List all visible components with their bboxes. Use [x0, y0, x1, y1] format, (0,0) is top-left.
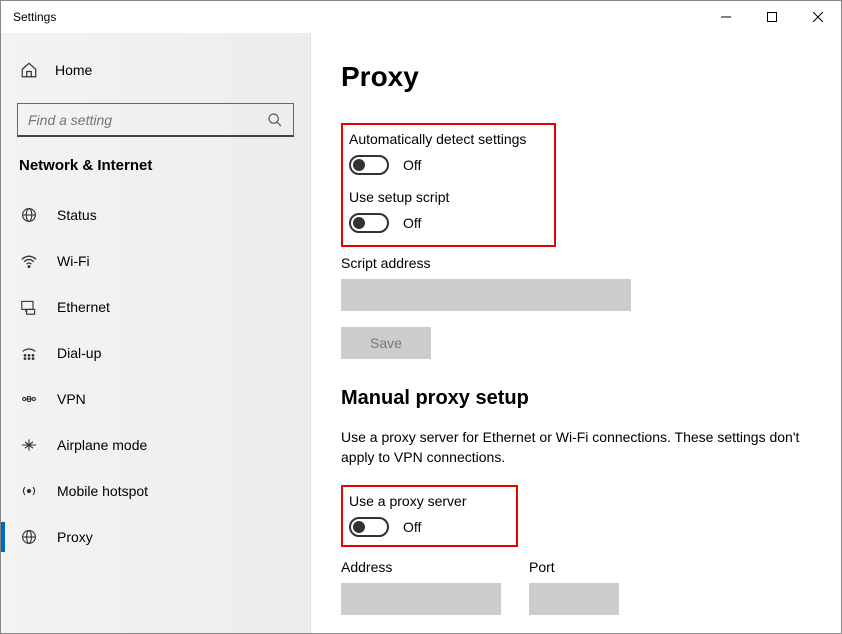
nav-label: Airplane mode: [57, 437, 147, 453]
home-label: Home: [55, 62, 92, 78]
sidebar-item-status[interactable]: Status: [1, 192, 310, 238]
close-icon: [813, 12, 823, 22]
manual-setup-desc: Use a proxy server for Ethernet or Wi-Fi…: [341, 428, 811, 467]
auto-detect-state: Off: [403, 157, 421, 173]
highlight-box-auto: Automatically detect settings Off Use se…: [341, 123, 556, 247]
wifi-icon: [19, 253, 39, 269]
close-button[interactable]: [795, 1, 841, 33]
home-icon: [19, 61, 39, 79]
use-proxy-label: Use a proxy server: [349, 493, 466, 509]
nav-label: Dial-up: [57, 345, 101, 361]
sidebar-item-dialup[interactable]: Dial-up: [1, 330, 310, 376]
minimize-button[interactable]: [703, 1, 749, 33]
status-icon: [19, 207, 39, 223]
auto-detect-toggle[interactable]: [349, 155, 389, 175]
use-proxy-toggle[interactable]: [349, 517, 389, 537]
ethernet-icon: [19, 299, 39, 315]
port-label: Port: [529, 559, 619, 575]
airplane-icon: [19, 437, 39, 453]
titlebar: Settings: [1, 1, 841, 33]
sidebar-item-hotspot[interactable]: Mobile hotspot: [1, 468, 310, 514]
auto-detect-label: Automatically detect settings: [349, 131, 544, 147]
script-address-label: Script address: [341, 255, 811, 271]
nav-label: Wi-Fi: [57, 253, 90, 269]
setup-script-toggle[interactable]: [349, 213, 389, 233]
setup-script-label: Use setup script: [349, 189, 544, 205]
content-area: Proxy Automatically detect settings Off …: [311, 33, 841, 633]
group-header: Network & Internet: [1, 157, 310, 192]
nav-label: Proxy: [57, 529, 93, 545]
minimize-icon: [721, 12, 731, 22]
vpn-icon: [19, 391, 39, 407]
save-button[interactable]: Save: [341, 327, 431, 359]
search-icon: [267, 112, 283, 128]
script-address-input[interactable]: [341, 279, 631, 311]
nav-label: Mobile hotspot: [57, 483, 148, 499]
sidebar-item-airplane[interactable]: Airplane mode: [1, 422, 310, 468]
nav-label: VPN: [57, 391, 86, 407]
search-box[interactable]: [17, 103, 294, 137]
maximize-button[interactable]: [749, 1, 795, 33]
manual-setup-title: Manual proxy setup: [341, 387, 811, 410]
highlight-box-manual: Use a proxy server Off: [341, 485, 518, 547]
search-input[interactable]: [28, 112, 267, 128]
home-button[interactable]: Home: [1, 51, 310, 89]
sidebar-item-proxy[interactable]: Proxy: [1, 514, 310, 560]
sidebar-item-wifi[interactable]: Wi-Fi: [1, 238, 310, 284]
address-label: Address: [341, 559, 501, 575]
page-title: Proxy: [341, 61, 811, 93]
hotspot-icon: [19, 483, 39, 499]
address-input[interactable]: [341, 583, 501, 615]
dialup-icon: [19, 345, 39, 361]
nav-label: Status: [57, 207, 97, 223]
setup-script-state: Off: [403, 215, 421, 231]
window-title: Settings: [13, 10, 56, 24]
maximize-icon: [767, 12, 777, 22]
use-proxy-state: Off: [403, 519, 421, 535]
sidebar: Home Network & Internet Status Wi-Fi Eth…: [1, 33, 311, 633]
nav-label: Ethernet: [57, 299, 110, 315]
port-input[interactable]: [529, 583, 619, 615]
window-controls: [703, 1, 841, 33]
proxy-icon: [19, 529, 39, 545]
sidebar-item-ethernet[interactable]: Ethernet: [1, 284, 310, 330]
sidebar-item-vpn[interactable]: VPN: [1, 376, 310, 422]
